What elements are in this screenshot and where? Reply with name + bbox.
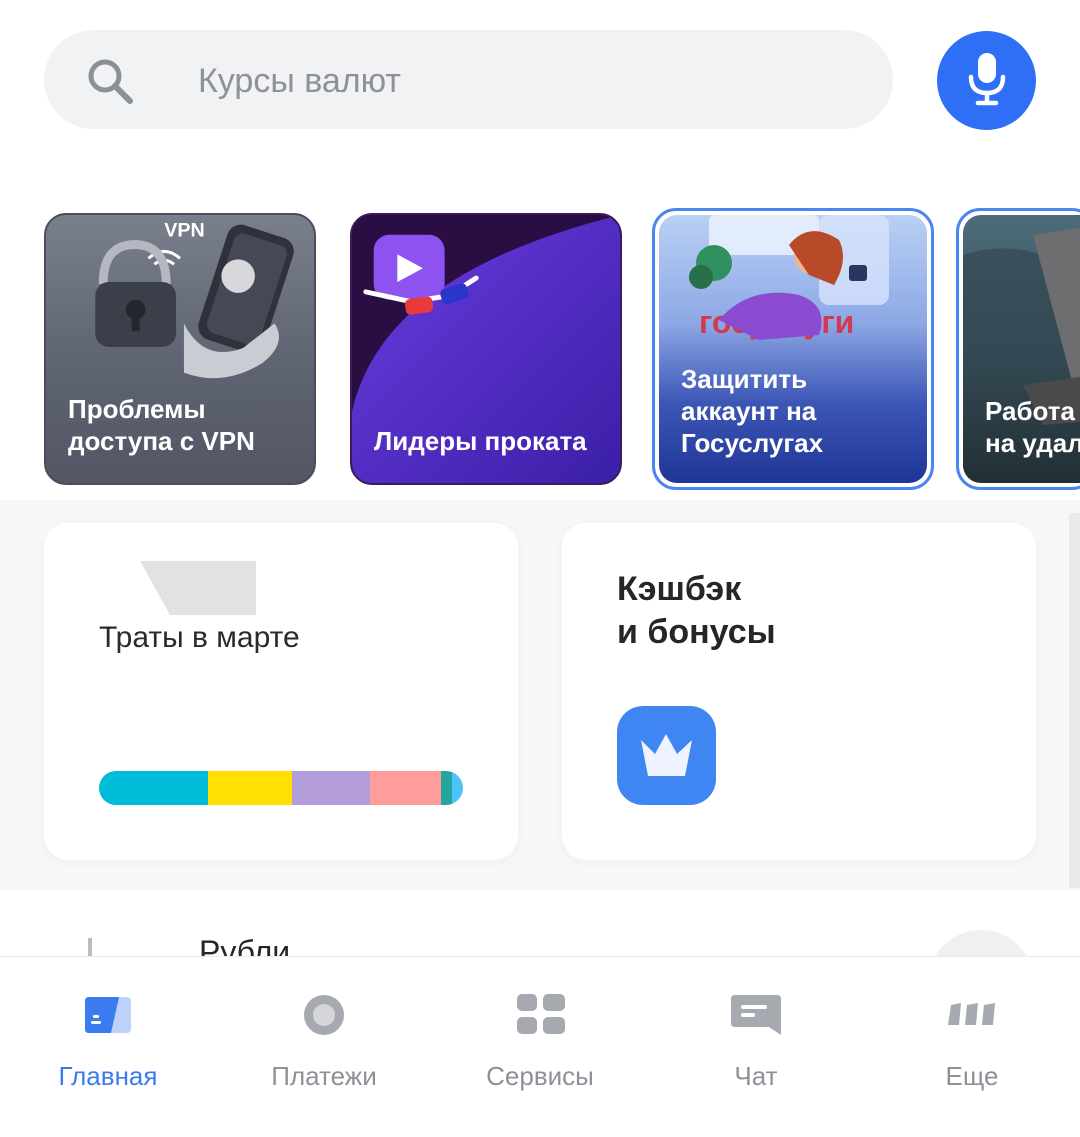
search-icon xyxy=(88,59,133,104)
svg-text:VPN: VPN xyxy=(164,220,204,242)
cashback-title: Кэшбэк и бонусы xyxy=(617,570,776,651)
spending-title: Траты в марте xyxy=(99,621,300,654)
home-card-icon xyxy=(85,997,131,1033)
nav-label: Еще xyxy=(945,1061,999,1091)
spending-bar xyxy=(99,771,463,805)
nav-home[interactable]: Главная xyxy=(0,957,216,1137)
nav-services[interactable]: Сервисы xyxy=(432,957,648,1137)
story-rent-leaders[interactable]: Лидеры проката xyxy=(350,213,622,485)
spending-segment xyxy=(441,771,453,805)
spending-segment xyxy=(291,771,371,805)
story-label: Работа на удал xyxy=(985,396,1080,458)
scrollbar[interactable] xyxy=(1069,513,1080,888)
story-label: Лидеры проката xyxy=(374,426,587,456)
more-icon xyxy=(948,1003,995,1025)
nav-label: Платежи xyxy=(271,1061,377,1091)
nav-more[interactable]: Еще xyxy=(864,957,1080,1137)
voice-search-button[interactable] xyxy=(937,31,1036,130)
spending-segment xyxy=(370,771,442,805)
story-label: Защитить аккаунт на Госуслугах xyxy=(681,364,824,458)
nav-label: Чат xyxy=(734,1061,778,1091)
nav-label: Сервисы xyxy=(486,1061,594,1091)
cashback-icon-tile xyxy=(617,706,716,805)
nav-label: Главная xyxy=(58,1061,158,1091)
crown-icon xyxy=(641,734,692,776)
spending-segment xyxy=(452,771,463,805)
cashback-widget[interactable]: Кэшбэк и бонусы xyxy=(562,523,1036,860)
story-vpn[interactable]: VPN Проблемы доступа с VPN xyxy=(44,213,316,485)
spending-widget[interactable]: Траты в марте xyxy=(44,523,518,860)
microphone-icon xyxy=(968,53,1006,106)
accounts-row[interactable]: Рубли xyxy=(0,890,1080,960)
bottom-navigation: Главная Платежи Сервисы Чат Еще xyxy=(0,956,1080,1137)
story-remote-work[interactable]: Работа на удал xyxy=(956,208,1080,490)
spending-segment xyxy=(99,771,209,805)
spending-segment xyxy=(208,771,292,805)
search-input[interactable] xyxy=(198,50,838,112)
story-label: Проблемы доступа с VPN xyxy=(68,394,255,456)
chat-icon xyxy=(731,995,781,1035)
story-gosuslugi[interactable]: госуслуги Защитить аккаунт на Госуслугах xyxy=(652,208,934,490)
nav-payments[interactable]: Платежи xyxy=(216,957,432,1137)
spending-placeholder-shape xyxy=(140,561,256,615)
payments-circle-icon xyxy=(304,995,344,1035)
services-grid-icon xyxy=(517,994,565,1034)
nav-chat[interactable]: Чат xyxy=(648,957,864,1137)
